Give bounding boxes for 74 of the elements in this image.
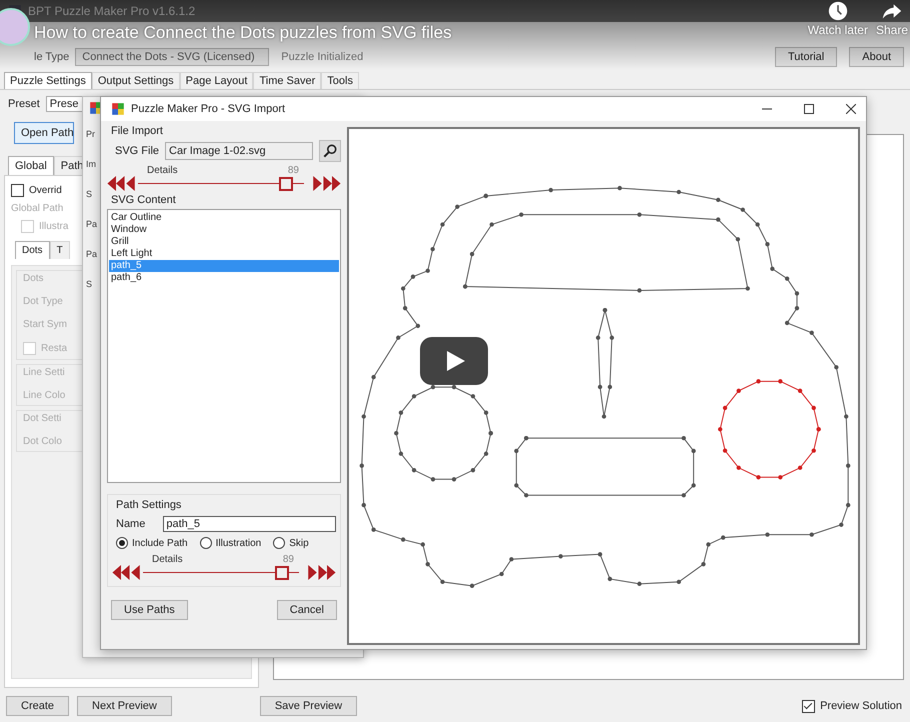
field-label: S (86, 189, 92, 199)
group-title: Dots (23, 273, 44, 284)
radio-button[interactable] (200, 537, 212, 550)
group-title: Dot Setti (23, 413, 62, 424)
create-button[interactable]: Create (6, 696, 70, 716)
search-button[interactable] (319, 140, 341, 162)
group-title: Line Setti (23, 367, 65, 378)
tab[interactable]: Puzzle Settings (4, 72, 92, 89)
radio-label: Illustration (216, 538, 262, 549)
checkbox-label: Illustra (39, 221, 68, 232)
slider-label: Details (152, 554, 183, 566)
tab[interactable]: Tools (321, 72, 359, 89)
header-button[interactable]: About (849, 47, 904, 67)
radio-button[interactable] (116, 537, 128, 550)
step-forward-icon[interactable] (308, 565, 317, 580)
checkbox[interactable] (802, 700, 816, 712)
field-label: SVG File (115, 145, 160, 158)
group-title: File Import (110, 125, 164, 138)
field-label: Line Colo (23, 390, 66, 401)
list-item[interactable]: path_6 (109, 272, 339, 284)
header-button[interactable]: Tutorial (774, 47, 838, 67)
field-label: Dot Type (23, 296, 63, 307)
puzzle-type-dropdown[interactable]: Connect the Dots - SVG (Licensed) (75, 48, 270, 66)
field-label: Dot Colo (23, 436, 62, 447)
dialog-title: Puzzle Maker Pro - SVG Import (131, 103, 286, 116)
list-item[interactable]: Grill (109, 236, 339, 248)
tab[interactable]: Time Saver (253, 72, 322, 89)
maximize-icon[interactable] (804, 104, 814, 114)
status-text: Puzzle Initialized (281, 51, 364, 63)
checkbox-label: Resta (41, 343, 68, 354)
field-label: Pr (86, 129, 95, 139)
tab[interactable]: T (50, 241, 70, 259)
field-label: Start Sym (23, 319, 67, 330)
field-label: Preset (8, 98, 40, 110)
tab[interactable]: Output Settings (92, 72, 180, 89)
tab[interactable]: Global (8, 156, 54, 175)
radio-label: Include Path (132, 538, 188, 549)
group-title: Path Settings (115, 499, 182, 512)
play-button[interactable] (420, 337, 488, 385)
group-title: SVG Content (110, 194, 177, 206)
cancel-button[interactable]: Cancel (276, 600, 337, 620)
step-back-icon[interactable] (126, 176, 135, 192)
field-label: Pa (86, 249, 98, 259)
slider-value: 89 (288, 165, 299, 176)
checkbox-label: Overrid (29, 185, 62, 196)
list-item[interactable]: Left Light (109, 248, 339, 260)
step-forward-icon[interactable] (313, 176, 322, 192)
list-item[interactable]: Window (109, 224, 339, 236)
step-back-icon[interactable] (131, 565, 140, 580)
use-paths-button[interactable]: Use Paths (111, 600, 188, 620)
list-item[interactable]: Car Outline (109, 212, 339, 224)
search-icon (323, 144, 337, 158)
field-label: Pa (86, 219, 98, 229)
group-label: Global Path (11, 203, 64, 214)
slider-value: 89 (282, 554, 294, 566)
radio-button[interactable] (273, 537, 286, 550)
slider-label: Details (147, 165, 178, 176)
checkbox[interactable] (11, 184, 24, 197)
channel-avatar[interactable] (0, 8, 30, 46)
window-title: BPT Puzzle Maker Pro v1.6.1.2 (28, 4, 196, 18)
next-preview-button[interactable]: Next Preview (77, 696, 172, 716)
close-icon[interactable] (846, 104, 856, 114)
field-label: Name (116, 518, 146, 530)
field-label: le Type (34, 51, 70, 63)
radio-label: Skip (289, 538, 309, 549)
open-path-button[interactable]: Open Path (14, 122, 74, 144)
checkbox-label: Preview Solution (820, 700, 902, 712)
tab[interactable]: Page Layout (180, 72, 254, 89)
name-field[interactable]: path_5 (163, 516, 336, 532)
clock-icon (828, 1, 848, 21)
save-preview-button[interactable]: Save Preview (260, 696, 358, 716)
tab[interactable]: Dots (15, 241, 50, 259)
field-label: S (86, 279, 92, 289)
file-path-field[interactable]: Car Image 1-02.svg (165, 142, 313, 160)
